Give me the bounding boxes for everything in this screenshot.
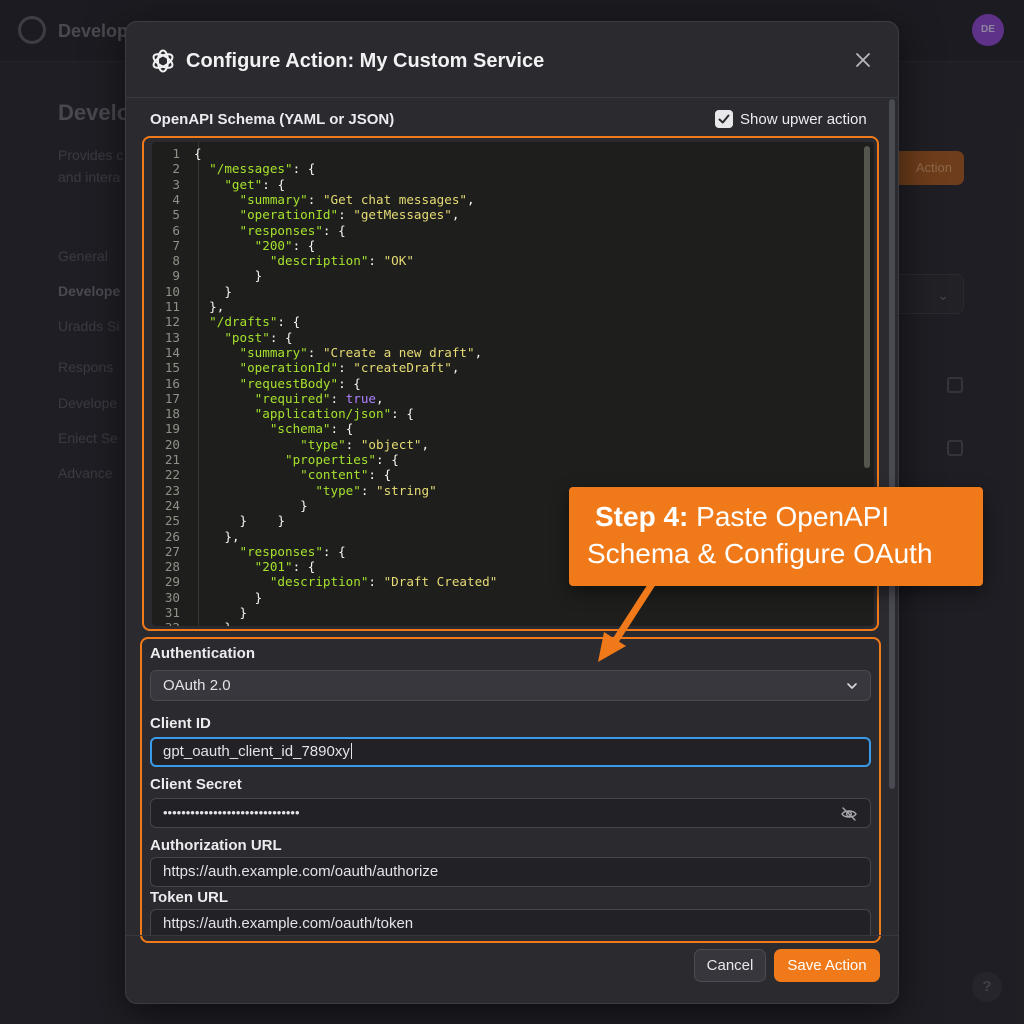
code-line: 9 } <box>172 268 263 284</box>
code-line: 22 "content": { <box>164 467 392 483</box>
authorization-url-input[interactable]: https://auth.example.com/oauth/authorize <box>150 857 871 887</box>
code-line: 30 } <box>164 589 263 605</box>
callout-step: Step 4: <box>595 501 689 532</box>
code-line: 1{ <box>172 146 202 161</box>
token-url-label: Token URL <box>150 889 229 906</box>
client-id-label: Client ID <box>150 715 211 732</box>
code-line: 13 "post": { <box>164 329 293 345</box>
authentication-value: OAuth 2.0 <box>163 677 231 694</box>
client-secret-label: Client Secret <box>150 776 242 793</box>
chevron-down-icon <box>847 683 857 689</box>
eye-off-icon[interactable] <box>840 805 858 823</box>
code-line: 21 "properties": { <box>164 452 399 467</box>
authentication-label: Authentication <box>150 645 255 662</box>
code-line: 14 "summary": "Create a new draft", <box>164 344 483 360</box>
code-line: 17 "required": true, <box>164 390 384 406</box>
modal-scrollbar[interactable] <box>889 99 895 789</box>
close-icon[interactable] <box>853 50 873 70</box>
code-line: 2 "/messages": { <box>172 161 316 177</box>
client-secret-input[interactable]: •••••••••••••••••••••••••••••• <box>150 798 871 828</box>
step-callout: Step 4: Paste OpenAPI Schema & Configure… <box>569 487 983 586</box>
code-line: 6 "responses": { <box>172 222 346 238</box>
code-line: 15 "operationId": "createDraft", <box>164 360 460 376</box>
authorization-url-value: https://auth.example.com/oauth/authorize <box>163 863 439 880</box>
client-secret-value: •••••••••••••••••••••••••••••• <box>163 805 300 820</box>
editor-scrollbar[interactable] <box>864 146 870 468</box>
code-line: 31 } <box>164 605 248 620</box>
client-id-input[interactable]: gpt_oauth_client_id_7890xy <box>150 737 871 767</box>
save-action-button[interactable]: Save Action <box>774 949 880 982</box>
show-action-checkbox[interactable] <box>715 110 733 128</box>
code-line: 10 } <box>164 283 232 299</box>
token-url-input[interactable]: https://auth.example.com/oauth/token <box>150 909 871 935</box>
code-line: 20 "type": "object", <box>164 436 430 452</box>
code-line: 16 "requestBody": { <box>164 375 361 391</box>
callout-line-1: Step 4: Paste OpenAPI <box>595 501 889 533</box>
code-line: 18 "application/json": { <box>164 406 414 422</box>
openai-logo-icon <box>152 49 174 73</box>
modal-header: Configure Action: My Custom Service <box>126 22 898 98</box>
code-line: 8 "description": "OK" <box>172 253 414 269</box>
code-line: 7 "200": { <box>172 237 316 253</box>
callout-arrow-icon <box>598 580 656 662</box>
show-action-label: Show upwer action <box>740 111 867 128</box>
schema-label: OpenAPI Schema (YAML or JSON) <box>150 111 395 128</box>
modal-title: Configure Action: My Custom Service <box>186 50 545 72</box>
code-line: 12 "/drafts": { <box>164 314 301 330</box>
code-line: 3 "get": { <box>172 176 286 192</box>
code-line: 19 "schema": { <box>164 421 354 437</box>
authentication-select[interactable]: OAuth 2.0 <box>150 670 871 701</box>
client-id-value: gpt_oauth_client_id_7890xy <box>163 743 350 760</box>
code-line: 5 "operationId": "getMessages", <box>172 207 460 223</box>
footer-divider <box>126 935 898 936</box>
token-url-value: https://auth.example.com/oauth/token <box>163 915 414 932</box>
code-line: 4 "summary": "Get chat messages", <box>172 191 475 207</box>
code-line: 32 } <box>152 620 852 626</box>
callout-line-1-text: Paste OpenAPI <box>688 501 890 532</box>
callout-line-2: Schema & Configure OAuth <box>587 538 933 569</box>
authorization-url-label: Authorization URL <box>150 837 282 854</box>
code-line: 11 }, <box>164 299 225 314</box>
cancel-button[interactable]: Cancel <box>694 949 766 982</box>
